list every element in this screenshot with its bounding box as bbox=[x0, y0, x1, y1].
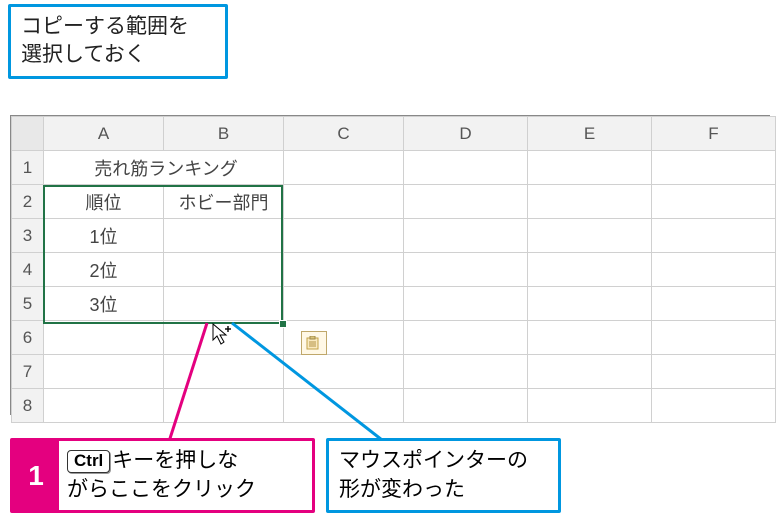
col-header-E[interactable]: E bbox=[528, 117, 652, 151]
cell[interactable] bbox=[284, 287, 404, 321]
cell[interactable] bbox=[404, 253, 528, 287]
cell-B5[interactable] bbox=[164, 287, 284, 321]
column-header-row: A B C D E F bbox=[12, 117, 776, 151]
paste-options-icon[interactable] bbox=[301, 331, 327, 355]
cell[interactable] bbox=[528, 355, 652, 389]
cell[interactable] bbox=[528, 287, 652, 321]
cell[interactable] bbox=[284, 151, 404, 185]
table-row: 8 bbox=[12, 389, 776, 423]
callout-text: コピーする範囲を 選択しておく bbox=[21, 15, 189, 66]
cell[interactable] bbox=[164, 389, 284, 423]
cell[interactable] bbox=[404, 185, 528, 219]
callout-select-range: コピーする範囲を 選択しておく bbox=[8, 4, 228, 79]
step-number: 1 bbox=[13, 441, 59, 510]
cell[interactable] bbox=[404, 321, 528, 355]
callout-ctrl-click: 1 Ctrlキーを押しな がらここをクリック bbox=[10, 438, 315, 513]
cell[interactable] bbox=[164, 355, 284, 389]
cell[interactable] bbox=[404, 389, 528, 423]
cell-B3[interactable] bbox=[164, 219, 284, 253]
table-row: 2 順位 ホビー部門 bbox=[12, 185, 776, 219]
cell[interactable] bbox=[284, 355, 404, 389]
cell[interactable] bbox=[404, 355, 528, 389]
col-header-B[interactable]: B bbox=[164, 117, 284, 151]
cell[interactable] bbox=[284, 253, 404, 287]
spreadsheet[interactable]: A B C D E F 1 売れ筋ランキング 2 順位 ホビー部門 3 1位 bbox=[10, 115, 770, 415]
cell[interactable] bbox=[44, 355, 164, 389]
cell[interactable] bbox=[404, 219, 528, 253]
row-header-8[interactable]: 8 bbox=[12, 389, 44, 423]
ctrl-key-badge: Ctrl bbox=[67, 450, 110, 472]
cell[interactable] bbox=[652, 287, 776, 321]
row-header-6[interactable]: 6 bbox=[12, 321, 44, 355]
cell[interactable] bbox=[652, 389, 776, 423]
table-row: 7 bbox=[12, 355, 776, 389]
cell[interactable] bbox=[404, 151, 528, 185]
cell[interactable] bbox=[652, 253, 776, 287]
cell-A4[interactable]: 2位 bbox=[44, 253, 164, 287]
sheet-grid[interactable]: A B C D E F 1 売れ筋ランキング 2 順位 ホビー部門 3 1位 bbox=[11, 116, 776, 423]
cell[interactable] bbox=[284, 185, 404, 219]
select-all-corner[interactable] bbox=[12, 117, 44, 151]
cell[interactable] bbox=[528, 151, 652, 185]
cell[interactable] bbox=[652, 151, 776, 185]
row-header-1[interactable]: 1 bbox=[12, 151, 44, 185]
cell[interactable] bbox=[528, 389, 652, 423]
col-header-C[interactable]: C bbox=[284, 117, 404, 151]
cell[interactable] bbox=[652, 321, 776, 355]
cell[interactable] bbox=[652, 355, 776, 389]
cell[interactable] bbox=[44, 389, 164, 423]
cell-A5[interactable]: 3位 bbox=[44, 287, 164, 321]
cell-B4[interactable] bbox=[164, 253, 284, 287]
row-header-4[interactable]: 4 bbox=[12, 253, 44, 287]
callout-text: マウスポインターの 形が変わった bbox=[339, 449, 528, 500]
table-row: 1 売れ筋ランキング bbox=[12, 151, 776, 185]
cell[interactable] bbox=[44, 321, 164, 355]
step-text: Ctrlキーを押しな がらここをクリック bbox=[59, 441, 264, 510]
row-header-7[interactable]: 7 bbox=[12, 355, 44, 389]
row-header-5[interactable]: 5 bbox=[12, 287, 44, 321]
cell[interactable] bbox=[652, 219, 776, 253]
row-header-3[interactable]: 3 bbox=[12, 219, 44, 253]
col-header-A[interactable]: A bbox=[44, 117, 164, 151]
cell[interactable] bbox=[284, 389, 404, 423]
cell[interactable] bbox=[528, 253, 652, 287]
col-header-D[interactable]: D bbox=[404, 117, 528, 151]
cell[interactable] bbox=[652, 185, 776, 219]
cell[interactable] bbox=[164, 321, 284, 355]
cell-B2[interactable]: ホビー部門 bbox=[164, 185, 284, 219]
cell[interactable] bbox=[528, 219, 652, 253]
cell[interactable] bbox=[404, 287, 528, 321]
row-header-2[interactable]: 2 bbox=[12, 185, 44, 219]
fill-handle[interactable] bbox=[279, 320, 287, 328]
table-row: 4 2位 bbox=[12, 253, 776, 287]
callout-cursor-changed: マウスポインターの 形が変わった bbox=[326, 438, 561, 513]
cell-A2[interactable]: 順位 bbox=[44, 185, 164, 219]
table-row: 3 1位 bbox=[12, 219, 776, 253]
cell[interactable] bbox=[528, 185, 652, 219]
table-row: 5 3位 bbox=[12, 287, 776, 321]
cell[interactable] bbox=[528, 321, 652, 355]
col-header-F[interactable]: F bbox=[652, 117, 776, 151]
cell-A3[interactable]: 1位 bbox=[44, 219, 164, 253]
table-row: 6 bbox=[12, 321, 776, 355]
cell-title[interactable]: 売れ筋ランキング bbox=[44, 151, 284, 185]
cell[interactable] bbox=[284, 219, 404, 253]
